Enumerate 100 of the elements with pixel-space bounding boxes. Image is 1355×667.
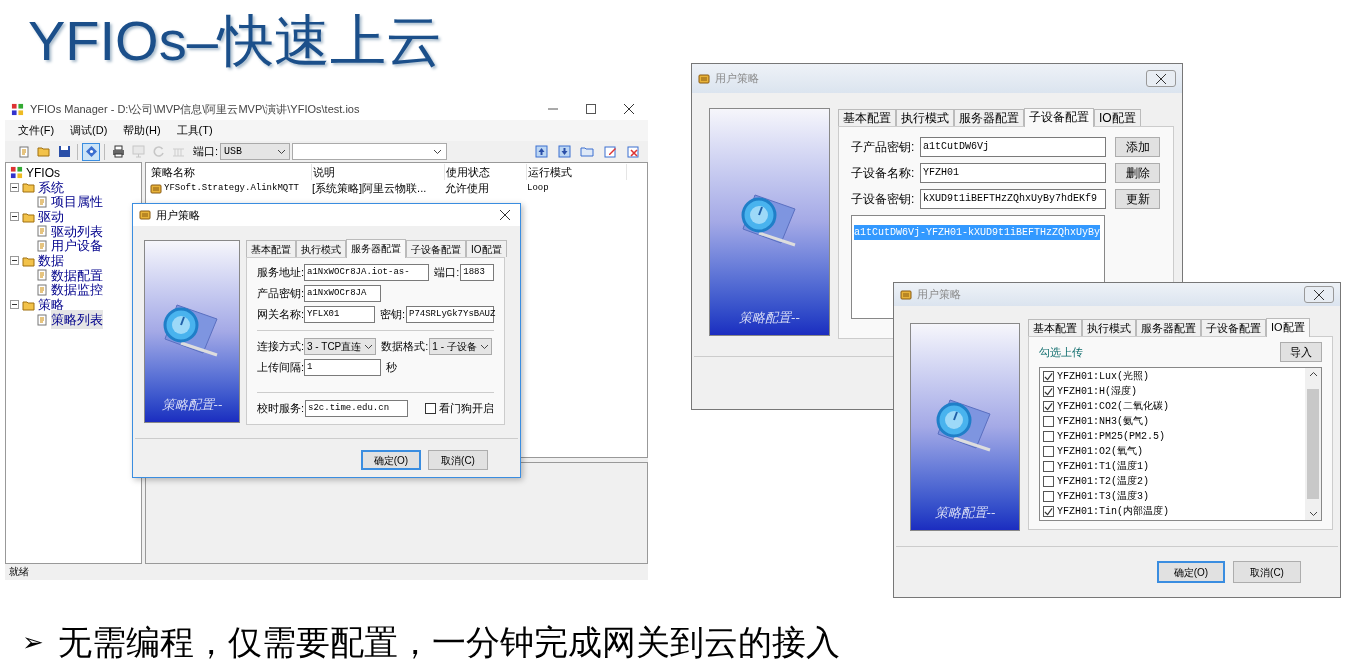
dropdown[interactable]: 1 - 子设备 <box>429 338 492 355</box>
close-button[interactable] <box>1304 286 1334 303</box>
checkbox[interactable] <box>1043 386 1054 397</box>
port-dropdown[interactable]: USB <box>220 143 291 160</box>
input-field[interactable]: 1883 <box>460 264 494 281</box>
input-field[interactable]: kXUD9t1iBEFTHzZQhxUyBy7hdEKf9 <box>920 189 1106 209</box>
field-label: 子产品密钥: <box>851 139 916 156</box>
checkbox[interactable] <box>1043 491 1054 502</box>
tab[interactable]: 子设备配置 <box>406 240 466 257</box>
checklist-label[interactable]: YFZH01:O2(氧气) <box>1057 444 1143 459</box>
dialog-button[interactable]: 取消(C) <box>1233 561 1301 583</box>
scrollbar-thumb[interactable] <box>1307 389 1319 499</box>
tab[interactable]: 执行模式 <box>1082 319 1136 336</box>
field-label: 子设备名称: <box>851 165 916 182</box>
close-button[interactable] <box>1146 70 1176 87</box>
close-icon <box>1156 73 1166 84</box>
dialog-button[interactable]: 取消(C) <box>428 450 488 470</box>
checklist-label[interactable]: YFZH01:H(湿度) <box>1057 384 1137 399</box>
checkbox[interactable] <box>1043 371 1054 382</box>
dropdown-icon <box>364 343 374 350</box>
tab[interactable]: 执行模式 <box>296 240 346 257</box>
dialog-button[interactable]: 确定(O) <box>361 450 421 470</box>
menu-item[interactable]: 调试(D) <box>63 122 115 139</box>
checkbox[interactable] <box>1043 416 1054 427</box>
checklist-label[interactable]: YFZH01:T1(温度1) <box>1057 459 1149 474</box>
checklist-label[interactable]: YFZH01:T2(温度2) <box>1057 474 1149 489</box>
column-header[interactable]: 运行模式 <box>527 163 627 181</box>
dropdown[interactable]: 3 - TCP直连 <box>304 338 377 355</box>
tab[interactable]: 服务器配置 <box>954 109 1024 126</box>
collapse-icon[interactable] <box>10 182 19 192</box>
column-header[interactable]: 说明 <box>312 163 445 181</box>
side-button[interactable]: 添加 <box>1115 137 1160 157</box>
checklist-label[interactable]: YFZH01:Tin(内部温度) <box>1057 504 1169 519</box>
input-field[interactable]: a1tCutDW6Vj <box>920 137 1106 157</box>
window-title: 用户策略 <box>715 71 759 87</box>
input-field[interactable]: 1 <box>304 359 381 376</box>
tree-item[interactable]: 数据 <box>38 251 64 271</box>
checklist-label[interactable]: YFZH01:CO2(二氧化碳) <box>1057 399 1169 414</box>
tab[interactable]: 执行模式 <box>896 109 954 126</box>
monitor-icon <box>131 145 145 158</box>
checkbox[interactable] <box>425 403 436 414</box>
tab[interactable]: 子设备配置 <box>1024 108 1094 127</box>
checklist-label[interactable]: YFZH01:NH3(氨气) <box>1057 414 1149 429</box>
tab[interactable]: 服务器配置 <box>346 239 406 258</box>
table-cell-text: [系统策略]阿里云物联... <box>312 181 427 197</box>
collapse-icon[interactable] <box>10 300 19 310</box>
input-field[interactable]: a1NxWOCr8JA <box>304 285 381 302</box>
scroll-icon <box>150 182 162 195</box>
side-button[interactable]: 删除 <box>1115 163 1160 183</box>
menu-item[interactable]: 帮助(H) <box>116 122 168 139</box>
tab[interactable]: IO配置 <box>466 240 507 257</box>
checkbox[interactable] <box>1043 446 1054 457</box>
app-icon <box>10 166 23 179</box>
checkbox[interactable] <box>1043 506 1054 517</box>
scrollbar[interactable] <box>1305 368 1321 520</box>
collapse-icon[interactable] <box>10 212 19 222</box>
tab[interactable]: IO配置 <box>1094 109 1141 126</box>
tab[interactable]: 基本配置 <box>1028 319 1082 336</box>
checklist-label[interactable]: YFZH01:Lux(光照) <box>1057 369 1149 384</box>
edit-icon <box>603 145 617 158</box>
field-label: 服务地址: <box>257 265 303 281</box>
column-header[interactable]: 策略名称 <box>150 163 312 181</box>
checkbox[interactable] <box>1043 431 1054 442</box>
save-icon <box>57 145 71 158</box>
tab[interactable]: 子设备配置 <box>1201 319 1266 336</box>
tab[interactable]: 基本配置 <box>838 109 896 126</box>
tab[interactable]: 基本配置 <box>246 240 296 257</box>
folder-icon <box>22 254 35 267</box>
side-button[interactable]: 更新 <box>1115 189 1160 209</box>
field-label: 连接方式: <box>257 339 303 355</box>
checkbox[interactable] <box>1043 461 1054 472</box>
tab[interactable]: 服务器配置 <box>1136 319 1201 336</box>
dialog-button[interactable]: 确定(O) <box>1157 561 1225 583</box>
scroll-down-icon[interactable] <box>1308 511 1318 517</box>
folder-icon <box>22 298 35 311</box>
checkbox[interactable] <box>1043 476 1054 487</box>
toolbar-button[interactable] <box>532 142 550 161</box>
scroll-icon <box>139 209 151 221</box>
tree-item[interactable]: YFIOs <box>26 163 60 182</box>
menu-item[interactable]: 文件(F) <box>11 122 62 139</box>
column-header[interactable]: 使用状态 <box>445 163 527 181</box>
menu-item[interactable]: 工具(T) <box>169 122 220 139</box>
folder-icon <box>22 181 35 194</box>
checkbox[interactable] <box>1043 401 1054 412</box>
import-button[interactable]: 导入 <box>1280 342 1322 362</box>
input-field[interactable]: P74SRLyGk7YsBAUZ <box>406 306 494 323</box>
collapse-icon[interactable] <box>10 256 19 266</box>
checklist-label[interactable]: YFZH01:T3(温度3) <box>1057 489 1149 504</box>
input-field[interactable]: YFZH01 <box>920 163 1106 183</box>
tab[interactable]: IO配置 <box>1266 318 1310 337</box>
input-field[interactable]: YFLX01 <box>304 306 375 323</box>
toolbar-button[interactable] <box>82 142 100 161</box>
input-field[interactable]: a1NxWOCr8JA.iot-as- <box>304 264 430 281</box>
checklist-label[interactable]: YFZH01:PM25(PM2.5) <box>1057 429 1166 444</box>
toolbar-button[interactable] <box>555 142 573 161</box>
tree-item[interactable]: 策略列表 <box>51 309 103 330</box>
grid-icon <box>171 145 185 158</box>
maximize-icon <box>586 104 596 114</box>
input-field[interactable]: s2c.time.edu.cn <box>305 400 408 417</box>
scroll-up-icon[interactable] <box>1308 371 1318 377</box>
